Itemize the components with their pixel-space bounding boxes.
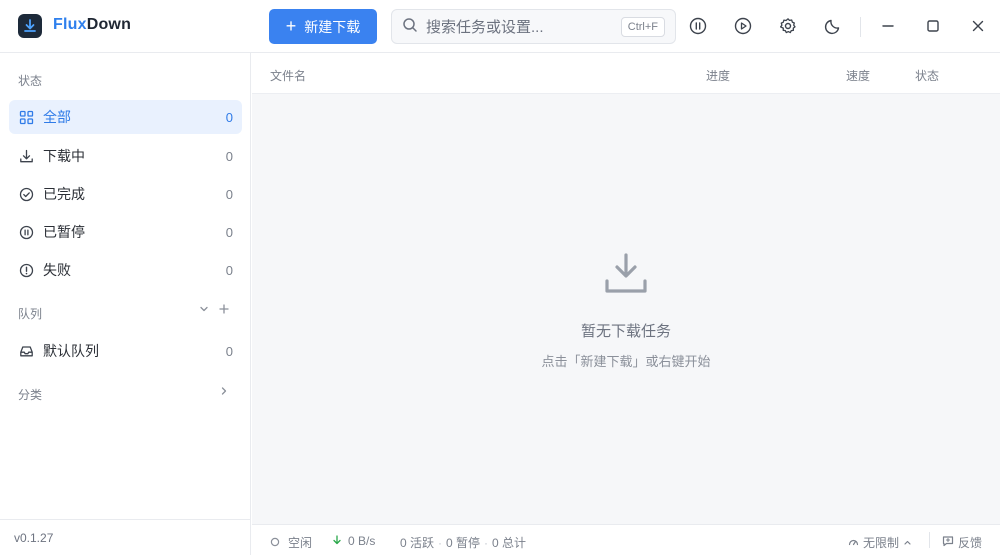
sidebar-item-count: 0	[225, 109, 233, 125]
status-section-title: 状态	[18, 74, 43, 88]
statusbar-divider	[929, 532, 930, 548]
sidebar-item-label: 默认队列	[43, 343, 99, 359]
column-header-status[interactable]: 状态	[915, 67, 939, 84]
version-label: v0.1.27	[14, 531, 54, 545]
empty-download-icon	[602, 251, 650, 299]
sidebar-item-label: 已完成	[43, 186, 85, 202]
app-logo-icon	[18, 14, 42, 38]
idle-status: 空闲	[270, 534, 312, 551]
sidebar-item-label: 全部	[43, 109, 71, 125]
app-title: FluxDown	[53, 16, 132, 33]
grid-icon	[18, 109, 34, 125]
gauge-icon	[848, 536, 859, 550]
queue-section-title: 队列	[18, 307, 43, 321]
empty-state-title: 暂无下载任务	[580, 323, 671, 340]
sidebar-item-default-queue[interactable]: 默认队列 0	[9, 334, 242, 368]
search-placeholder: 搜索任务或设置...	[426, 19, 544, 36]
plus-icon: +	[285, 15, 297, 36]
inbox-icon	[18, 343, 34, 359]
sidebar-item-all[interactable]: 全部 0	[9, 100, 242, 134]
sidebar: 状态 全部 0 下载中 0 已完成 0 已暂停 0 失败 0 队列 默认队列 0…	[0, 53, 251, 555]
search-icon	[402, 17, 418, 36]
sidebar-footer-divider	[0, 519, 251, 520]
sidebar-item-failed[interactable]: 失败 0	[9, 253, 242, 287]
download-speed-value: 0 B/s	[348, 534, 376, 548]
sidebar-item-downloading[interactable]: 下载中 0	[9, 139, 242, 173]
close-icon[interactable]	[968, 16, 988, 36]
task-counts: 0 活跃 · 0 暂停 · 0 总计	[400, 535, 527, 551]
title-bar: FluxDown + 新建下载 搜索任务或设置... Ctrl+F	[0, 0, 1000, 53]
new-download-button[interactable]: + 新建下载	[269, 9, 377, 44]
sidebar-item-count: 0	[225, 224, 233, 240]
sidebar-item-count: 0	[225, 186, 233, 202]
chevron-right-icon[interactable]	[218, 384, 230, 400]
new-download-label: 新建下载	[304, 18, 361, 35]
speed-limit-button[interactable]: 无限制	[848, 534, 912, 551]
settings-icon[interactable]	[778, 16, 798, 36]
column-header-filename[interactable]: 文件名	[270, 67, 306, 84]
feedback-button[interactable]: 反馈	[942, 534, 982, 551]
sidebar-item-count: 0	[225, 343, 233, 359]
sidebar-item-label: 失败	[43, 262, 71, 278]
minimize-icon[interactable]	[878, 16, 898, 36]
sidebar-item-label: 下载中	[43, 148, 85, 164]
idle-status-label: 空闲	[288, 536, 313, 550]
sidebar-item-completed[interactable]: 已完成 0	[9, 177, 242, 211]
column-header-speed[interactable]: 速度	[846, 67, 870, 84]
alert-circle-icon	[18, 262, 34, 278]
active-count: 0 活跃	[400, 536, 435, 550]
resume-all-icon[interactable]	[733, 16, 753, 36]
search-shortcut-badge: Ctrl+F	[620, 17, 665, 37]
download-icon	[18, 148, 34, 164]
pause-circle-icon	[18, 224, 34, 240]
speed-limit-label: 无限制	[863, 536, 900, 550]
download-speed: 0 B/s	[332, 534, 375, 548]
empty-state-subtitle: 点击「新建下载」或右键开始	[541, 354, 711, 369]
feedback-icon	[942, 535, 954, 550]
arrow-down-icon	[332, 534, 342, 548]
total-count: 0 总计	[492, 536, 527, 550]
category-section-title: 分类	[18, 388, 43, 402]
chevron-down-icon[interactable]	[198, 302, 210, 318]
toolbar-divider	[860, 17, 861, 37]
paused-count: 0 暂停	[446, 536, 481, 550]
check-circle-icon	[18, 186, 34, 202]
maximize-icon[interactable]	[923, 16, 943, 36]
chevron-up-icon	[903, 536, 912, 550]
sidebar-item-paused[interactable]: 已暂停 0	[9, 215, 242, 249]
feedback-label: 反馈	[958, 536, 983, 550]
sidebar-item-count: 0	[225, 148, 233, 164]
column-header-progress[interactable]: 进度	[706, 67, 730, 84]
sidebar-item-label: 已暂停	[43, 224, 85, 240]
table-header: 文件名 进度 速度 状态	[252, 53, 1000, 94]
search-input[interactable]: 搜索任务或设置... Ctrl+F	[391, 9, 676, 44]
add-queue-icon[interactable]	[218, 302, 230, 318]
status-bar: 空闲 0 B/s 0 活跃 · 0 暂停 · 0 总计 无限制 反馈	[252, 524, 1000, 555]
idle-circle-icon	[270, 536, 280, 550]
task-list-panel: 文件名 进度 速度 状态 暂无下载任务 点击「新建下载」或右键开始	[252, 53, 1000, 524]
sidebar-item-count: 0	[225, 262, 233, 278]
pause-all-icon[interactable]	[688, 16, 708, 36]
theme-moon-icon[interactable]	[823, 16, 843, 36]
